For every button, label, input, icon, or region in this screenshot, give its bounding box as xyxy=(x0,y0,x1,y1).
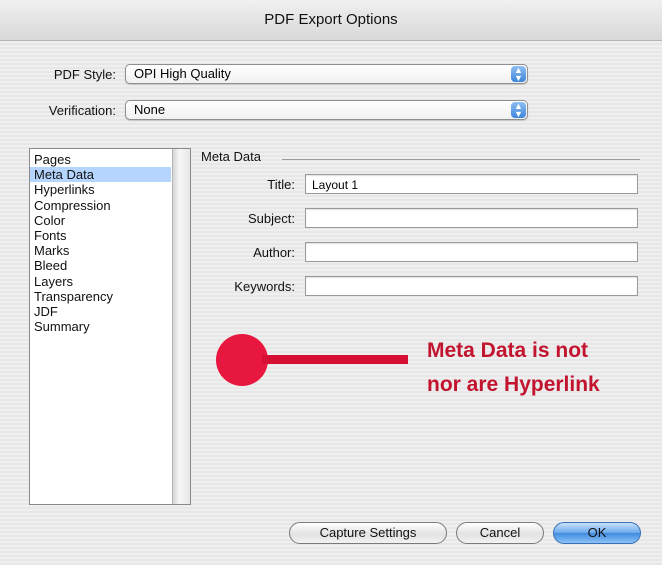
cancel-button[interactable]: Cancel xyxy=(456,522,544,544)
capture-settings-button[interactable]: Capture Settings xyxy=(289,522,447,544)
updown-arrows-icon: ▲ ▼ xyxy=(511,102,526,119)
ok-button[interactable]: OK xyxy=(553,522,641,544)
verification-label: Verification: xyxy=(48,103,116,118)
title-label: Title: xyxy=(267,177,295,192)
callout-line xyxy=(262,355,408,364)
category-list-scrollbar[interactable] xyxy=(172,149,190,504)
category-item-bleed[interactable]: Bleed xyxy=(30,258,171,273)
callout-line-2: nor are Hyperlink xyxy=(427,373,600,396)
window-title: PDF Export Options xyxy=(0,0,662,41)
category-item-marks[interactable]: Marks xyxy=(30,243,171,258)
callout-line-1: Meta Data is not xyxy=(427,339,589,362)
category-list[interactable]: Pages Meta Data Hyperlinks Compression C… xyxy=(29,148,191,505)
title-field[interactable]: Layout 1 xyxy=(305,174,638,194)
pdf-style-value: OPI High Quality xyxy=(134,66,231,81)
category-item-fonts[interactable]: Fonts xyxy=(30,228,171,243)
pdf-style-popup[interactable]: OPI High Quality ▲ ▼ xyxy=(125,64,528,84)
category-item-transparency[interactable]: Transparency xyxy=(30,289,171,304)
verification-popup[interactable]: None ▲ ▼ xyxy=(125,100,528,120)
meta-data-group-title: Meta Data xyxy=(201,149,261,164)
author-field[interactable] xyxy=(305,242,638,262)
keywords-label: Keywords: xyxy=(234,279,295,294)
category-item-pages[interactable]: Pages xyxy=(30,152,171,167)
callout-dot xyxy=(216,334,268,386)
updown-arrows-icon: ▲ ▼ xyxy=(511,66,526,83)
category-item-hyperlinks[interactable]: Hyperlinks xyxy=(30,182,171,197)
group-divider xyxy=(282,159,640,160)
category-item-color[interactable]: Color xyxy=(30,213,171,228)
pdf-style-label: PDF Style: xyxy=(53,67,116,82)
category-item-jdf[interactable]: JDF xyxy=(30,304,171,319)
category-item-summary[interactable]: Summary xyxy=(30,319,171,334)
verification-value: None xyxy=(134,102,166,117)
category-item-compression[interactable]: Compression xyxy=(30,198,171,213)
category-item-layers[interactable]: Layers xyxy=(30,274,171,289)
subject-label: Subject: xyxy=(248,211,295,226)
subject-field[interactable] xyxy=(305,208,638,228)
author-label: Author: xyxy=(253,245,295,260)
keywords-field[interactable] xyxy=(305,276,638,296)
callout-text: Meta Data is not nor are Hyperlink xyxy=(427,334,662,402)
category-item-meta-data[interactable]: Meta Data xyxy=(30,167,171,183)
